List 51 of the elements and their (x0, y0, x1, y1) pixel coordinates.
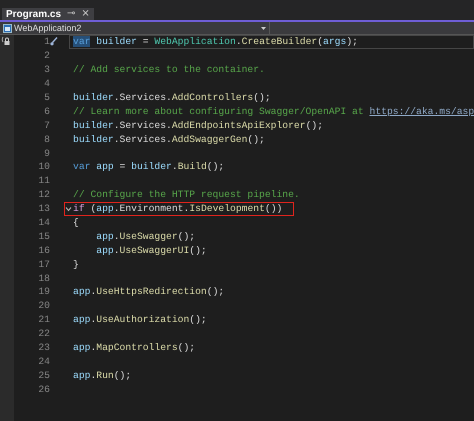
line-number: 6 (43, 106, 50, 117)
code-line: } (73, 258, 79, 270)
line-number: 9 (43, 148, 50, 159)
line-number: 15 (37, 230, 50, 242)
line-number: 14 (37, 217, 50, 228)
line-number: 13 (37, 203, 50, 214)
code-line: app.MapControllers(); (73, 342, 196, 354)
code-line: if (app.Environment.IsDevelopment()) (73, 203, 282, 214)
line-number: 10 (37, 161, 50, 172)
close-button[interactable]: × (81, 8, 90, 20)
caret-icon (261, 26, 266, 30)
code-line: app.UseSwaggerUI(); (95, 244, 207, 256)
project-icon (3, 24, 12, 32)
line-number: 12 (37, 189, 50, 200)
quick-action-icon[interactable] (50, 37, 58, 46)
line-number: 1 (43, 36, 50, 48)
line-number: 7 (43, 120, 50, 131)
line-number: 19 (37, 286, 50, 298)
code-line: app.UseSwagger(); (95, 230, 196, 242)
line-number: 24 (37, 356, 50, 367)
line-number: 20 (37, 300, 50, 312)
code-line: builder.Services.AddControllers(); (73, 92, 271, 103)
code-line: var app = builder.Build(); (73, 161, 224, 172)
code-line: var builder = WebApplication.CreateBuilder(args); (73, 36, 358, 48)
code-line: // Learn more about configuring Swagger/OpenAPI at https://aka.ms/asp (73, 106, 474, 117)
line-number: 21 (37, 314, 50, 326)
line-number: 16 (37, 244, 50, 256)
line-number: 25 (37, 370, 50, 381)
line-number: 5 (43, 92, 50, 103)
line-number: 11 (37, 175, 50, 186)
line-number: 23 (37, 342, 50, 354)
code-line: app.UseHttpsRedirection(); (73, 286, 224, 298)
code-line: builder.Services.AddEndpointsApiExplorer(); (73, 120, 324, 131)
line-number: 4 (43, 78, 50, 90)
line-number: 18 (37, 272, 50, 284)
pin-button[interactable]: ⊸ (67, 8, 76, 20)
code-comment: // Add services to the container. (73, 64, 265, 76)
file-tab[interactable]: Program.cs ⊸ × (2, 8, 94, 20)
lock-icon (1, 36, 11, 47)
line-number: 8 (43, 134, 50, 145)
code-line: { (73, 217, 79, 228)
code-comment: // Configure the HTTP request pipeline. (73, 189, 300, 200)
line-number: 3 (43, 64, 50, 76)
code-line: app.UseAuthorization(); (73, 314, 207, 326)
collapse-icon[interactable] (65, 206, 72, 212)
code-line: app.Run(); (73, 370, 132, 381)
line-number: 22 (37, 328, 50, 340)
code-line: builder.Services.AddSwaggerGen(); (73, 134, 265, 145)
line-number: 26 (37, 384, 50, 395)
line-number: 17 (37, 258, 50, 270)
line-number: 2 (43, 50, 50, 62)
